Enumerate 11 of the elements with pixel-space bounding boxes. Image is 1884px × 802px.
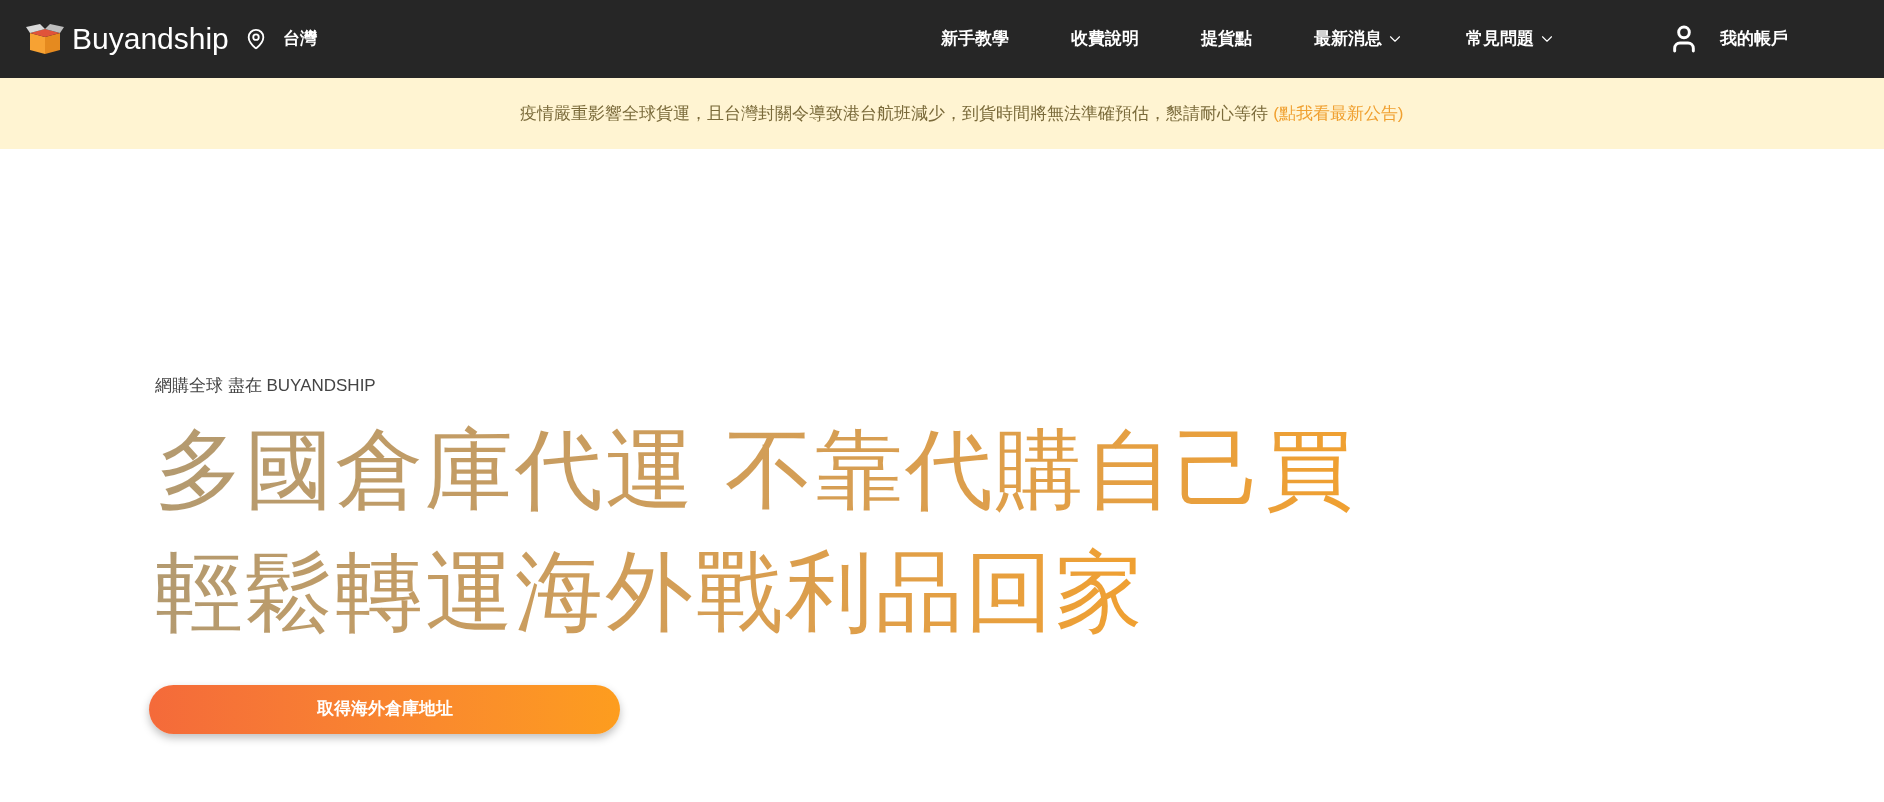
location-label[interactable]: 台灣 bbox=[282, 26, 317, 52]
account-link[interactable]: 我的帳戶 bbox=[1720, 26, 1788, 52]
notice-text: 疫情嚴重影響全球貨運，且台灣封關令導致港台航班減少，到貨時間將無法準確預估，懇請耐心等待 (點我看最新公告) bbox=[520, 102, 1404, 125]
logo-wordmark[interactable]: Buyandship bbox=[72, 24, 229, 54]
nav-link[interactable]: 新手教學 bbox=[941, 26, 1009, 52]
box-logo-icon bbox=[26, 23, 64, 55]
nav-link[interactable]: 提貨點 bbox=[1201, 26, 1252, 52]
hero-eyebrow: 網購全球 盡在 BUYANDSHIP bbox=[155, 375, 377, 397]
nav-link[interactable]: 常見問題 bbox=[1466, 26, 1556, 52]
nav-link[interactable]: 收費說明 bbox=[1071, 26, 1139, 52]
nav-link[interactable]: 最新消息 bbox=[1314, 26, 1404, 52]
